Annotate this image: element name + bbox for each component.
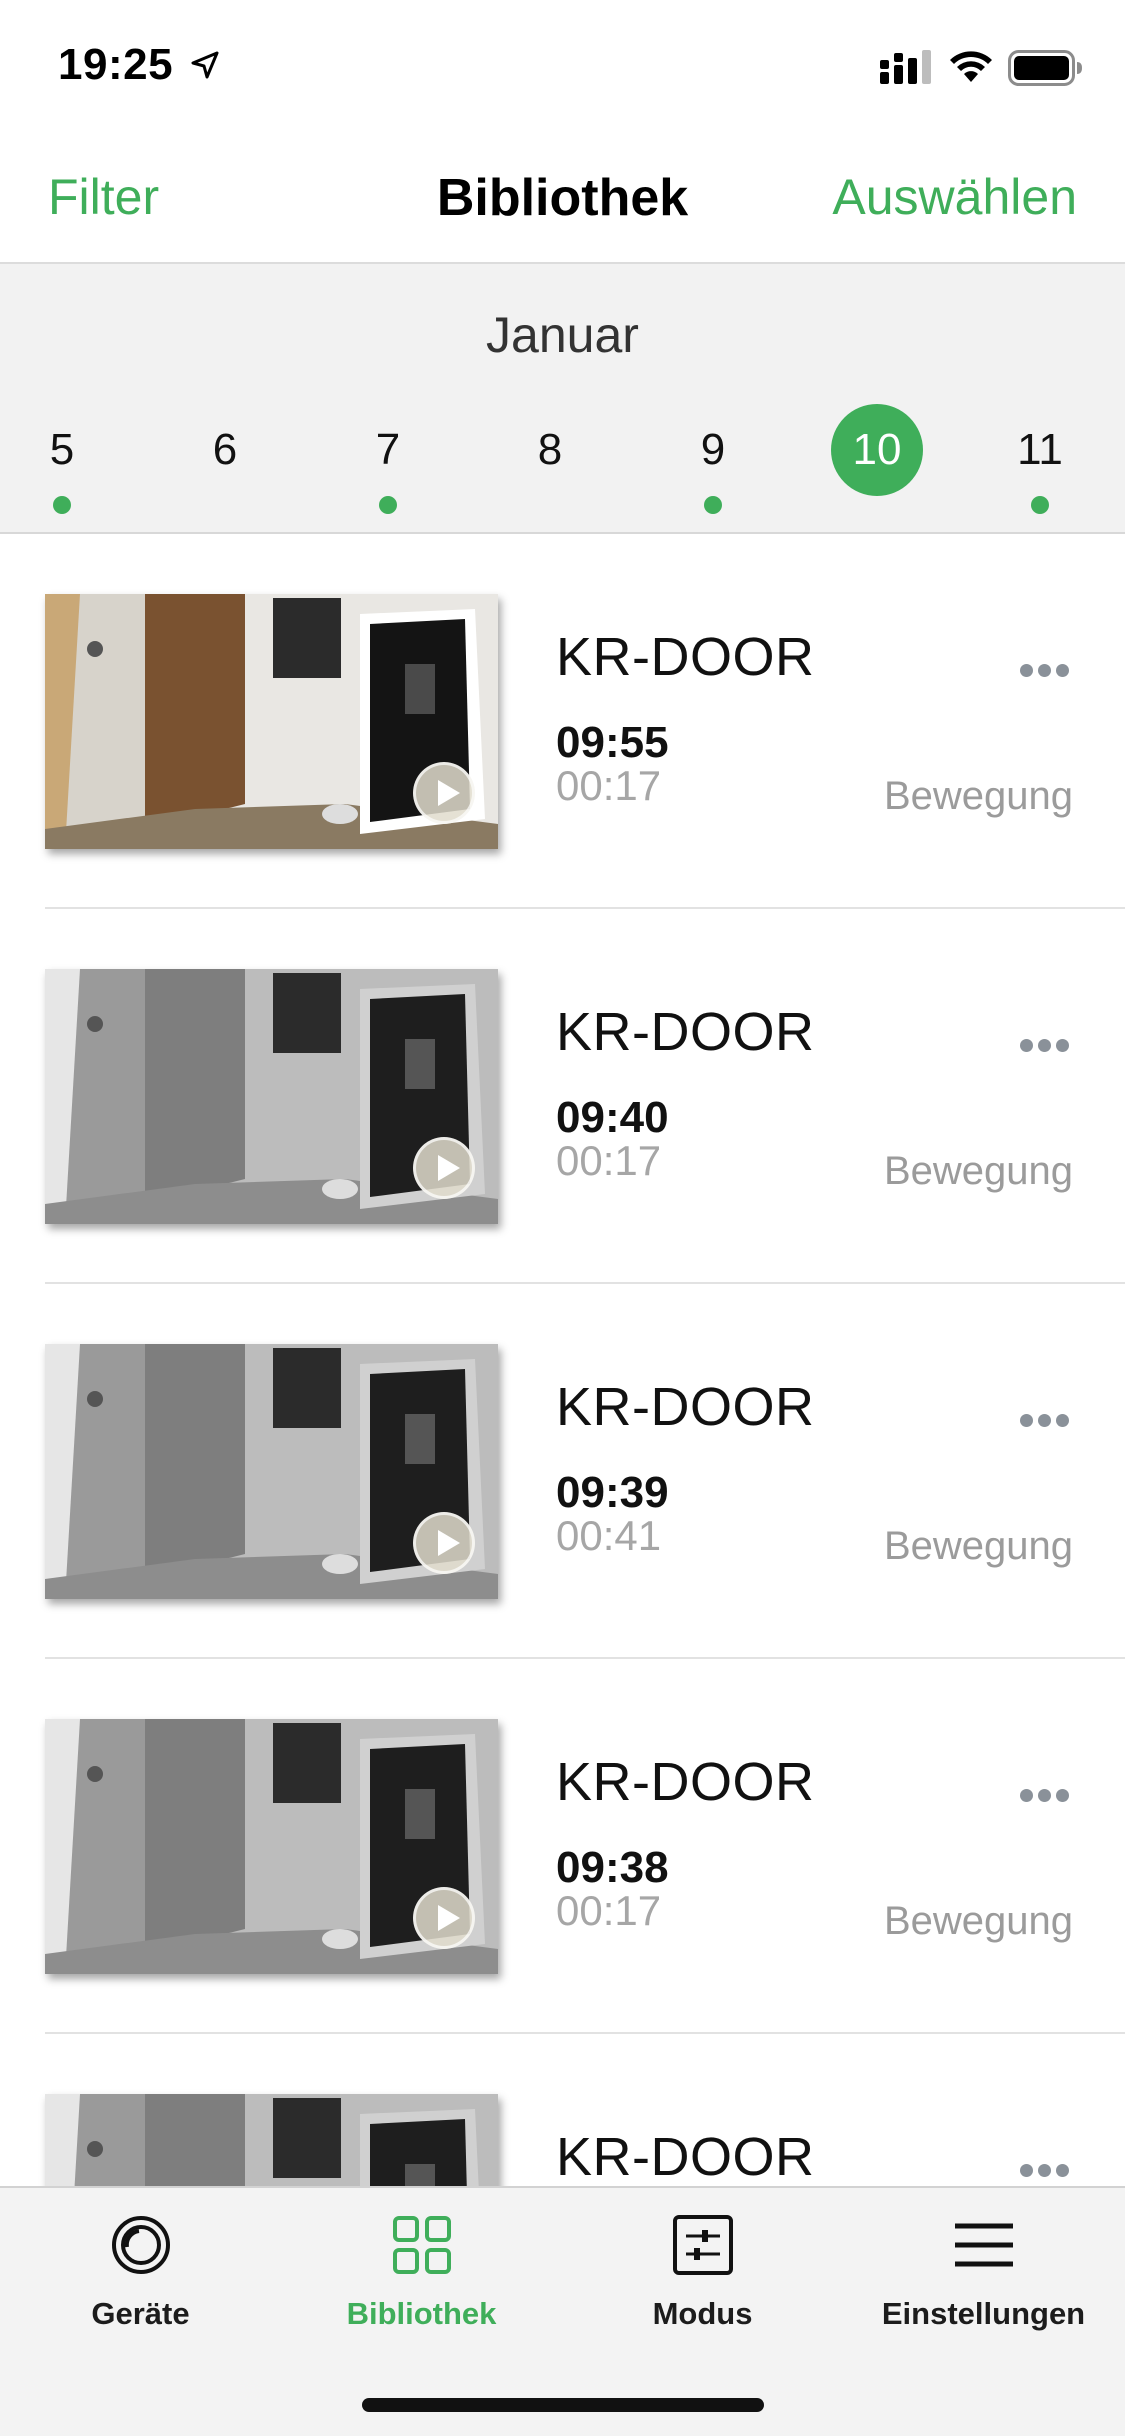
- recording-indicator-dot: [1031, 496, 1049, 514]
- tab-mode[interactable]: Modus: [562, 2188, 843, 2358]
- wifi-icon: [950, 51, 992, 82]
- recording-thumbnail[interactable]: [45, 969, 498, 1224]
- recording-time: 09:39: [556, 1468, 669, 1517]
- select-button[interactable]: Auswählen: [832, 168, 1077, 226]
- recording-type: Bewegung: [883, 1899, 1073, 1943]
- day-number: 5: [49, 425, 75, 474]
- status-time: 19:25: [58, 40, 174, 89]
- recording-indicator-dot: [53, 496, 71, 514]
- day-7[interactable]: 7: [338, 404, 438, 514]
- tab-devices-label: Geräte: [91, 2296, 190, 2331]
- camera-name: KR-DOOR: [556, 2127, 815, 2186]
- tab-mode-label: Modus: [652, 2296, 753, 2331]
- home-indicator[interactable]: [362, 2398, 764, 2412]
- camera-name: KR-DOOR: [556, 1002, 815, 1062]
- day-5[interactable]: 5: [12, 404, 112, 514]
- camera-lens-icon: [112, 2216, 170, 2274]
- sliders-icon: [673, 2215, 733, 2275]
- day-11[interactable]: 11: [990, 404, 1090, 514]
- recording-time: 09:38: [556, 1843, 669, 1892]
- play-icon[interactable]: [413, 1137, 475, 1199]
- recording-type: Bewegung: [883, 1524, 1073, 1568]
- location-arrow-icon: [191, 51, 219, 79]
- play-icon[interactable]: [413, 1512, 475, 1574]
- recording-time: 09:55: [556, 718, 669, 767]
- day-number: 10: [831, 404, 923, 496]
- camera-name: KR-DOOR: [556, 627, 815, 687]
- battery-icon: [1008, 50, 1082, 86]
- grid-icon: [393, 2216, 451, 2274]
- recording-thumbnail[interactable]: [45, 1719, 498, 1974]
- recording-duration: 00:17: [556, 1887, 662, 1934]
- more-options-icon[interactable]: [1020, 664, 1070, 678]
- date-strip: Januar 5 6 7 8 9 10 11: [0, 264, 1125, 534]
- day-6[interactable]: 6: [175, 404, 275, 504]
- month-label: Januar: [486, 307, 639, 363]
- recording-thumbnail[interactable]: [45, 1344, 498, 1599]
- recording-time: 09:40: [556, 1093, 669, 1142]
- camera-name: KR-DOOR: [556, 1752, 815, 1812]
- menu-icon: [955, 2223, 1013, 2267]
- tab-settings-label: Einstellungen: [881, 2296, 1086, 2331]
- recording-row[interactable]: KR-DOOR 09:55 00:17 Bewegung: [0, 534, 1125, 909]
- day-10[interactable]: 10: [827, 404, 927, 504]
- recording-indicator-dot: [704, 496, 722, 514]
- recording-duration: 00:17: [556, 762, 662, 809]
- more-options-icon[interactable]: [1020, 1789, 1070, 1803]
- recording-type: Bewegung: [883, 1149, 1073, 1193]
- more-options-icon[interactable]: [1020, 2164, 1070, 2178]
- tab-library[interactable]: Bibliothek: [281, 2188, 562, 2358]
- day-list: 5 6 7 8 9 10 11: [0, 404, 1125, 514]
- day-number: 11: [1017, 425, 1063, 474]
- tab-library-label: Bibliothek: [346, 2296, 497, 2331]
- recording-thumbnail[interactable]: [45, 594, 498, 849]
- day-number: 9: [700, 425, 726, 474]
- recording-indicator-dot: [379, 496, 397, 514]
- recording-row[interactable]: KR-DOOR 09:40 00:17 Bewegung: [0, 909, 1125, 1284]
- status-bar: 19:25: [0, 0, 1125, 132]
- recording-type: Bewegung: [883, 774, 1073, 818]
- more-options-icon[interactable]: [1020, 1414, 1070, 1428]
- day-9[interactable]: 9: [663, 404, 763, 514]
- cellular-signal-icon: [880, 50, 931, 84]
- recording-duration: 00:17: [556, 1137, 662, 1184]
- play-icon[interactable]: [413, 1887, 475, 1949]
- camera-name: KR-DOOR: [556, 1377, 815, 1437]
- day-number: 6: [212, 425, 238, 474]
- recordings-list[interactable]: KR-DOOR 09:55 00:17 Bewegung KR-DOOR 09:40 00:…: [0, 534, 1125, 2186]
- recording-thumbnail[interactable]: [45, 2094, 498, 2186]
- more-options-icon[interactable]: [1020, 1039, 1070, 1053]
- recording-row[interactable]: KR-DOOR 09:39 00:41 Bewegung: [0, 1284, 1125, 1659]
- play-icon[interactable]: [413, 762, 475, 824]
- recording-row[interactable]: KR-DOOR 09:38 00:17 Bewegung: [0, 1659, 1125, 2034]
- filter-button[interactable]: Filter: [48, 168, 159, 226]
- recording-duration: 00:41: [556, 1512, 662, 1559]
- tab-settings[interactable]: Einstellungen: [843, 2188, 1124, 2358]
- recording-row[interactable]: KR-DOOR: [0, 2034, 1125, 2186]
- day-number: 7: [375, 425, 401, 474]
- day-number: 8: [537, 425, 563, 474]
- tab-devices[interactable]: Geräte: [0, 2188, 281, 2358]
- day-8[interactable]: 8: [500, 404, 600, 504]
- navigation-bar: Filter Bibliothek Auswählen: [0, 132, 1125, 264]
